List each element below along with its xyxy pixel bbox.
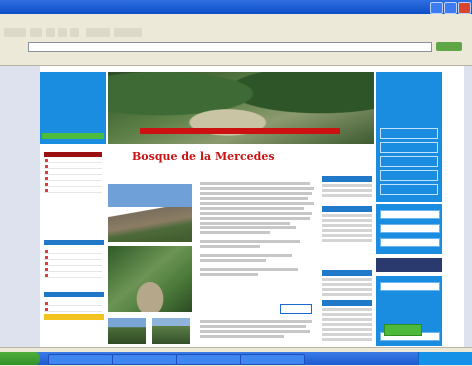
left-link-item[interactable]: [44, 272, 102, 278]
left-nav-menu: [44, 152, 102, 193]
close-button[interactable]: [458, 2, 471, 14]
taskbar-button[interactable]: [48, 354, 113, 365]
middle-sidebar-heading: [322, 300, 372, 306]
footer-text: [200, 320, 316, 340]
window-titlebar: [0, 0, 472, 14]
middle-sidebar-heading: [322, 176, 372, 182]
right-panel-field[interactable]: [380, 184, 438, 195]
mountain-landscape-photo[interactable]: [108, 184, 192, 242]
favorites-icon[interactable]: [114, 28, 142, 37]
more-button[interactable]: [280, 304, 312, 314]
taskbar-button[interactable]: [240, 354, 305, 365]
right-banner[interactable]: [376, 258, 442, 272]
browser-toolbar: [0, 25, 472, 41]
sponsor-logo[interactable]: [44, 216, 102, 234]
article-list: [200, 224, 316, 278]
address-bar: [0, 40, 472, 54]
back-icon[interactable]: [4, 28, 26, 37]
home-icon[interactable]: [70, 28, 79, 37]
windows-taskbar: [0, 352, 472, 365]
minimize-button[interactable]: [430, 2, 443, 14]
system-tray-clock[interactable]: [418, 352, 472, 365]
right-form-panel: [376, 204, 442, 254]
forest-path-photo[interactable]: [108, 246, 192, 312]
left-section-header: [44, 240, 104, 245]
maximize-button[interactable]: [444, 2, 457, 14]
right-form-input[interactable]: [380, 238, 440, 247]
forward-icon[interactable]: [30, 28, 42, 37]
web-content-area: Bosque de la Mercedes: [0, 66, 472, 347]
start-button[interactable]: [0, 352, 40, 365]
left-links-list: [44, 300, 102, 312]
right-panel-field[interactable]: [380, 128, 438, 139]
middle-sidebar-heading: [322, 206, 372, 212]
taskbar-button[interactable]: [176, 354, 241, 365]
site-logo-panel: [40, 72, 106, 144]
right-info-panel: [376, 72, 442, 202]
left-nav-item[interactable]: [44, 187, 102, 193]
right-panel-field[interactable]: [380, 142, 438, 153]
middle-sidebar: [322, 270, 372, 298]
middle-sidebar: [322, 300, 372, 343]
right-panel-field[interactable]: [380, 156, 438, 167]
web-page: Bosque de la Mercedes: [40, 66, 464, 347]
address-input[interactable]: [28, 42, 432, 52]
right-form-input[interactable]: [380, 210, 440, 219]
refresh-icon[interactable]: [58, 28, 67, 37]
middle-sidebar-heading: [322, 270, 372, 276]
right-form-input[interactable]: [380, 224, 440, 233]
middle-sidebar: [322, 206, 372, 244]
left-section-header: [44, 292, 104, 297]
thumbnail-photo[interactable]: [108, 318, 146, 344]
stop-icon[interactable]: [46, 28, 55, 37]
intro-text: [200, 182, 316, 227]
thumbnail-photo[interactable]: [152, 318, 190, 344]
middle-sidebar: [322, 176, 372, 199]
site-tagline: [42, 133, 104, 139]
taskbar-button[interactable]: [112, 354, 177, 365]
right-panel-field[interactable]: [380, 170, 438, 181]
left-link-item[interactable]: [44, 306, 102, 312]
page-title: Bosque de la Mercedes: [132, 150, 275, 163]
left-links-list: [44, 248, 102, 278]
right-form-input[interactable]: [380, 282, 440, 291]
links-bar: [0, 53, 472, 66]
search-icon[interactable]: [86, 28, 110, 37]
banner-nav-strip[interactable]: [140, 128, 340, 134]
go-icon[interactable]: [436, 42, 462, 51]
green-action-button[interactable]: [384, 324, 422, 336]
highlight-note: [44, 314, 104, 320]
